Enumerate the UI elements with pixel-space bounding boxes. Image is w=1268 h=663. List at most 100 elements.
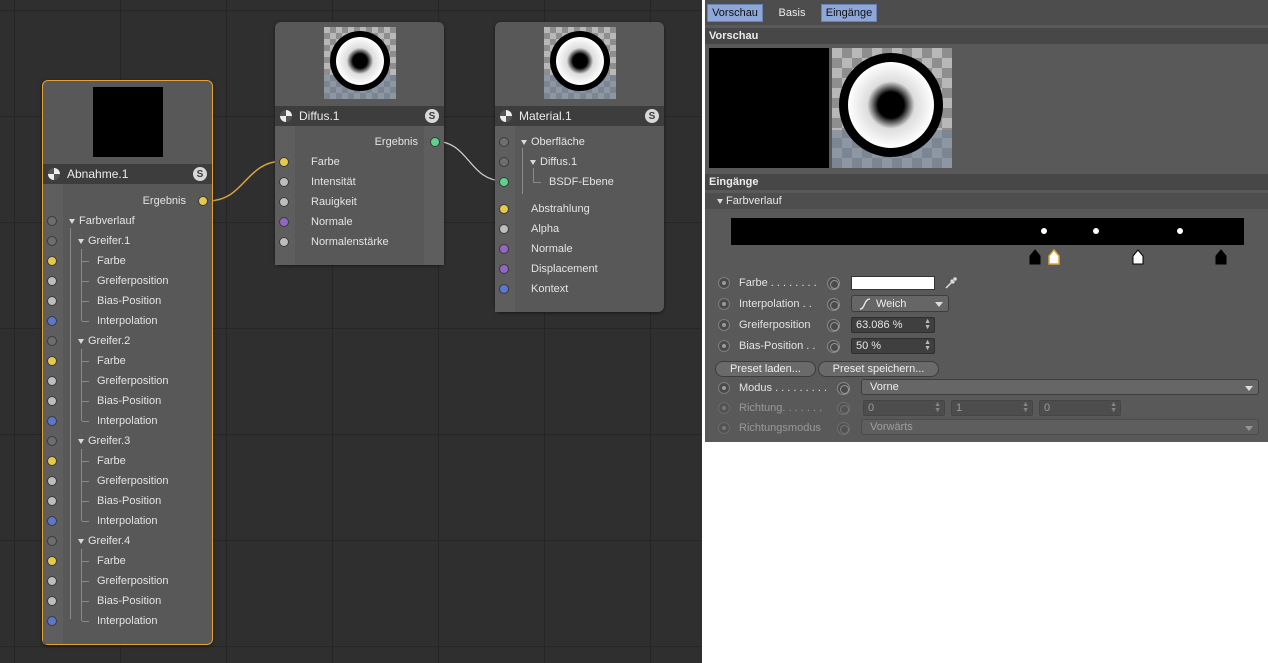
port-socket[interactable]: [198, 196, 208, 206]
knot-handle-3[interactable]: [1132, 249, 1144, 265]
solo-icon[interactable]: S: [645, 109, 659, 123]
param-richtung: Richtung. . . . . . . 0 ▲ ▼ 1 ▲ ▼ 0 ▲ ▼: [705, 398, 1268, 418]
port-label: Greifer.2: [88, 335, 131, 347]
port-socket[interactable]: [47, 556, 57, 566]
expand-triangle-icon[interactable]: [69, 219, 75, 224]
port-socket[interactable]: [499, 137, 509, 147]
port-socket[interactable]: [47, 476, 57, 486]
port-socket[interactable]: [499, 284, 509, 294]
bias-handle[interactable]: [1041, 228, 1047, 234]
node-diffus[interactable]: Diffus.1 S Ergebnis Farbe Intensität Rauigk…: [275, 22, 444, 265]
preset-save-button[interactable]: Preset speichern...: [818, 361, 939, 377]
port-socket[interactable]: [47, 216, 57, 226]
port-socket[interactable]: [47, 496, 57, 506]
input-port: Rauigkeit: [275, 192, 444, 212]
tab-vorschau[interactable]: Vorschau: [707, 4, 763, 22]
solo-icon[interactable]: S: [425, 109, 439, 123]
port-socket[interactable]: [47, 536, 57, 546]
tree-line: [81, 349, 82, 421]
richtung-z-field: 0 ▲ ▼: [1039, 400, 1121, 416]
knot-field: Bias-Position: [43, 591, 212, 611]
knot-field: Greiferposition: [43, 271, 212, 291]
port-socket[interactable]: [47, 596, 57, 606]
port-socket[interactable]: [47, 616, 57, 626]
port-socket[interactable]: [47, 456, 57, 466]
greiferposition-field[interactable]: 63.086 % ▲ ▼: [851, 317, 935, 333]
port-socket[interactable]: [499, 224, 509, 234]
node-type-icon: [500, 110, 512, 122]
gradient-bar[interactable]: [731, 218, 1244, 245]
port-socket[interactable]: [47, 416, 57, 426]
expand-triangle-icon[interactable]: [530, 160, 536, 165]
param-radio: [718, 402, 730, 414]
port-socket[interactable]: [47, 296, 57, 306]
param-radio[interactable]: [718, 298, 730, 310]
port-socket[interactable]: [499, 204, 509, 214]
port-socket[interactable]: [47, 336, 57, 346]
knot-handle-2-selected[interactable]: [1048, 249, 1060, 265]
knot-field: Interpolation: [43, 611, 212, 631]
expand-triangle-icon[interactable]: [78, 239, 84, 244]
port-socket[interactable]: [279, 197, 289, 207]
port-socket[interactable]: [47, 256, 57, 266]
gradient-group-toggle[interactable]: Farbverlauf: [705, 193, 1268, 209]
port-socket[interactable]: [279, 237, 289, 247]
port-socket[interactable]: [47, 316, 57, 326]
node-editor[interactable]: Abnahme.1 S Ergebnis Farbverlauf Greifer.1…: [0, 0, 702, 663]
wire-diffus-to-material: [433, 140, 505, 182]
bias-handle[interactable]: [1093, 228, 1099, 234]
tab-basis[interactable]: Basis: [767, 4, 817, 22]
modus-dropdown[interactable]: Vorne: [861, 379, 1259, 395]
animate-icon[interactable]: [827, 318, 840, 332]
port-socket[interactable]: [279, 217, 289, 227]
knot-handle-1[interactable]: [1029, 249, 1041, 265]
port-socket[interactable]: [47, 236, 57, 246]
interpolation-dropdown[interactable]: Weich: [851, 295, 949, 312]
eyedropper-icon[interactable]: [944, 276, 958, 290]
animate-icon[interactable]: [827, 339, 840, 353]
port-socket[interactable]: [47, 396, 57, 406]
preset-load-button[interactable]: Preset laden...: [715, 361, 816, 377]
expand-triangle-icon[interactable]: [78, 439, 84, 444]
bias-handle[interactable]: [1177, 228, 1183, 234]
port-socket[interactable]: [499, 157, 509, 167]
param-richtungsmodus: Richtungsmodus Vorwärts: [705, 418, 1268, 438]
node-material[interactable]: Material.1 S Oberfläche Diffus.1 BSDF-Eben…: [495, 22, 664, 312]
param-radio[interactable]: [718, 277, 730, 289]
expand-triangle-icon[interactable]: [521, 140, 527, 145]
animate-icon[interactable]: [827, 276, 840, 290]
port-socket[interactable]: [279, 177, 289, 187]
tree-tick: [82, 281, 89, 282]
tab-eingaenge[interactable]: Eingänge: [821, 4, 877, 22]
expand-triangle-icon[interactable]: [78, 539, 84, 544]
port-socket[interactable]: [47, 516, 57, 526]
port-socket[interactable]: [499, 177, 509, 187]
tree-tick: [82, 381, 89, 382]
animate-icon[interactable]: [837, 381, 850, 395]
port-label: Ergebnis: [142, 195, 186, 207]
param-radio[interactable]: [718, 319, 730, 331]
expand-triangle-icon[interactable]: [78, 339, 84, 344]
port-socket[interactable]: [47, 376, 57, 386]
port-socket[interactable]: [47, 436, 57, 446]
tree-tick: [82, 621, 89, 622]
node-abnahme[interactable]: Abnahme.1 S Ergebnis Farbverlauf Greifer.1…: [42, 80, 213, 645]
port-socket[interactable]: [499, 244, 509, 254]
node-preview-sphere: [323, 27, 396, 99]
solo-icon[interactable]: S: [193, 167, 207, 181]
bias-position-field[interactable]: 50 % ▲ ▼: [851, 338, 935, 354]
port-socket[interactable]: [430, 137, 440, 147]
knot-handle-4[interactable]: [1215, 249, 1227, 265]
port-label: Normale: [531, 243, 573, 255]
port-socket[interactable]: [499, 264, 509, 274]
port-socket[interactable]: [279, 157, 289, 167]
port-socket[interactable]: [47, 276, 57, 286]
preview-material-sphere: [832, 48, 952, 168]
port-socket[interactable]: [47, 356, 57, 366]
port-socket[interactable]: [47, 576, 57, 586]
param-radio[interactable]: [718, 340, 730, 352]
knot-field: Farbe: [43, 551, 212, 571]
color-swatch[interactable]: [851, 276, 935, 290]
animate-icon[interactable]: [827, 297, 840, 311]
param-radio[interactable]: [718, 382, 730, 394]
